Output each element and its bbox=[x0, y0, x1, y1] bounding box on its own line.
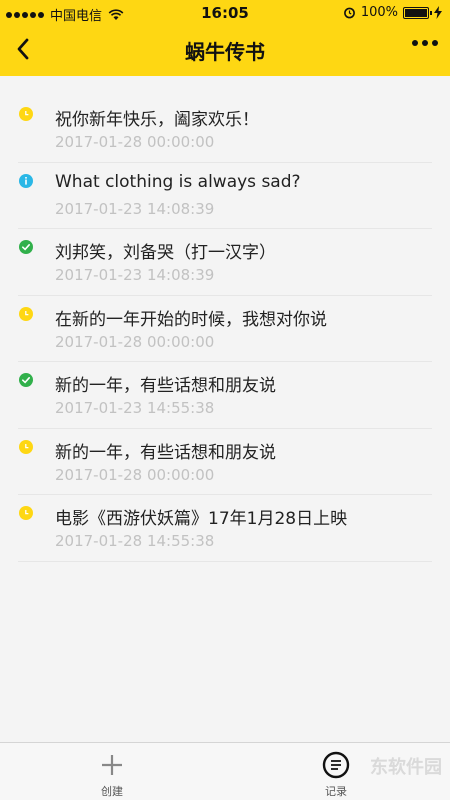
app-header: 中国电信 16:05 100% 蜗牛传书 bbox=[0, 0, 450, 76]
list-item[interactable]: What clothing is always sad? 2017-01-23 … bbox=[0, 163, 450, 229]
more-button[interactable] bbox=[412, 40, 438, 46]
list-item[interactable]: 刘邦笑，刘备哭（打一汉字） 2017-01-23 14:08:39 bbox=[0, 229, 450, 296]
item-title: 刘邦笑，刘备哭（打一汉字） bbox=[55, 243, 276, 263]
clock-status-icon bbox=[19, 506, 33, 520]
item-title: 祝你新年快乐，阖家欢乐！ bbox=[55, 110, 259, 130]
divider bbox=[18, 560, 432, 562]
item-date: 2017-01-28 14:55:38 bbox=[55, 532, 215, 550]
alarm-clock-icon bbox=[343, 7, 355, 19]
charging-bolt-icon bbox=[434, 6, 442, 19]
message-list: 祝你新年快乐，阖家欢乐！ 2017-01-28 00:00:00 What cl… bbox=[0, 96, 450, 562]
item-title: 新的一年，有些话想和朋友说 bbox=[55, 376, 276, 396]
item-date: 2017-01-28 00:00:00 bbox=[55, 133, 215, 151]
info-status-icon bbox=[19, 173, 33, 188]
status-bar: 中国电信 16:05 100% bbox=[0, 0, 450, 26]
item-date: 2017-01-28 00:00:00 bbox=[55, 465, 215, 484]
clock-status-icon bbox=[19, 439, 33, 454]
check-status-icon bbox=[19, 240, 33, 254]
watermark: 东软件园 bbox=[370, 757, 442, 778]
battery-percent: 100% bbox=[360, 5, 398, 20]
clock-status-icon bbox=[19, 306, 33, 321]
clock-status-icon bbox=[19, 107, 33, 121]
battery-icon bbox=[403, 6, 432, 19]
item-title: 在新的一年开始的时候，我想对你说 bbox=[55, 309, 327, 330]
check-status-icon bbox=[19, 373, 33, 387]
item-title: What clothing is always sad? bbox=[55, 171, 301, 192]
list-item[interactable]: 在新的一年开始的时候，我想对你说 2017-01-28 00:00:00 bbox=[0, 296, 450, 362]
tab-bar: 创建 记录 东软件园 bbox=[0, 742, 450, 800]
item-date: 2017-01-23 14:08:39 bbox=[55, 266, 215, 284]
page-title: 蜗牛传书 bbox=[185, 40, 265, 64]
item-date: 2017-01-23 14:08:39 bbox=[55, 199, 215, 218]
tab-create[interactable]: 创建 bbox=[82, 751, 142, 799]
tab-create-label: 创建 bbox=[101, 785, 123, 798]
item-title: 新的一年，有些话想和朋友说 bbox=[55, 442, 276, 463]
list-item[interactable]: 祝你新年快乐，阖家欢乐！ 2017-01-28 00:00:00 bbox=[0, 96, 450, 163]
more-dots-icon bbox=[412, 40, 418, 46]
list-item[interactable]: 新的一年，有些话想和朋友说 2017-01-28 00:00:00 bbox=[0, 429, 450, 495]
list-item[interactable]: 新的一年，有些话想和朋友说 2017-01-23 14:55:38 bbox=[0, 362, 450, 429]
list-item[interactable]: 电影《西游伏妖篇》17年1月28日上映 2017-01-28 14:55:38 bbox=[0, 495, 450, 562]
plus-icon bbox=[102, 755, 122, 775]
item-date: 2017-01-23 14:55:38 bbox=[55, 399, 215, 417]
item-date: 2017-01-28 00:00:00 bbox=[55, 332, 215, 351]
item-title: 电影《西游伏妖篇》17年1月28日上映 bbox=[55, 509, 348, 529]
